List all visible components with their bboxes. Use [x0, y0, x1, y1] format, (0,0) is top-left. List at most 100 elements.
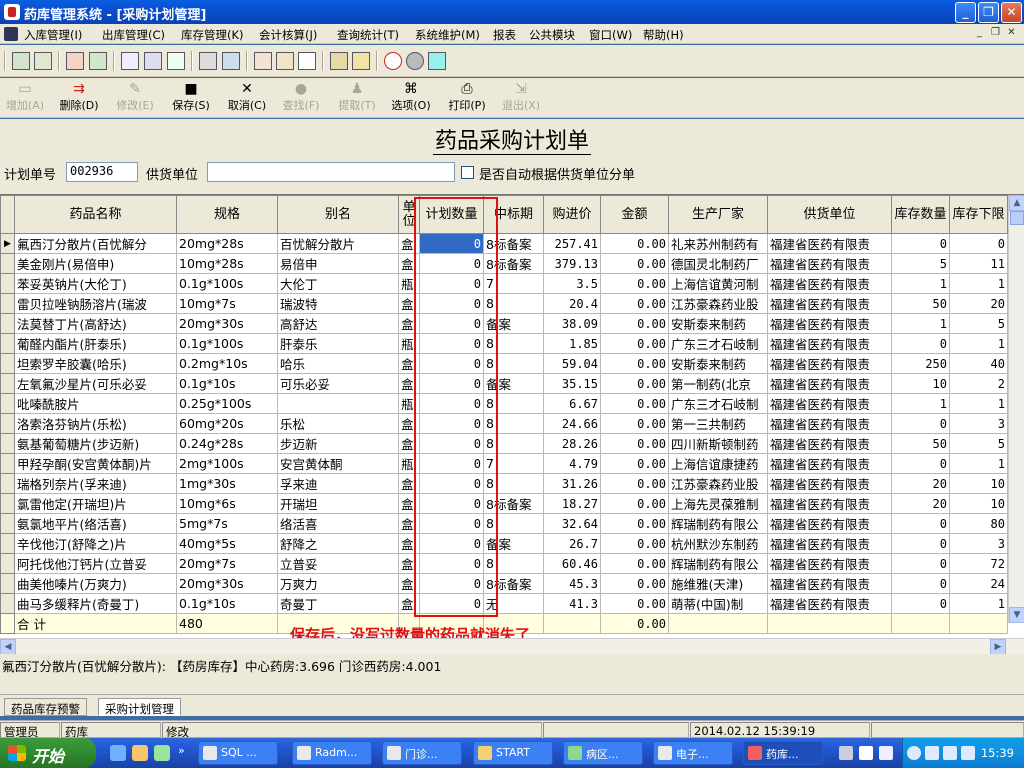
menu-help[interactable]: 帮助(H) [643, 27, 684, 43]
cell-bid-period[interactable]: 8 [483, 473, 544, 494]
row-indicator[interactable]: ▶ [0, 233, 15, 254]
report-icon[interactable] [254, 52, 272, 70]
task-ward[interactable]: 病区... [563, 741, 643, 765]
table-row[interactable]: 甲羟孕酮(安宫黄体酮)片 2mg*100s 安宫黄体酮瓶 0 7 4.79 0.00 上海信谊… [0, 453, 1008, 474]
cell-drug-name[interactable]: 曲美他嗪片(万爽力) [14, 573, 177, 594]
cell-unit[interactable]: 盒 [398, 233, 420, 254]
cell-supplier[interactable]: 福建省医药有限责 [767, 333, 892, 354]
cell-drug-name[interactable]: 洛索洛芬钠片(乐松) [14, 413, 177, 434]
cell-purchase-price[interactable]: 6.67 [543, 393, 601, 414]
extract-button[interactable]: ♟ 提取(T) [334, 81, 380, 115]
cell-supplier[interactable]: 福建省医药有限责 [767, 393, 892, 414]
cell-manufacturer[interactable]: 上海信谊黄河制 [668, 273, 768, 294]
mail-icon[interactable] [925, 746, 939, 760]
cell-alias[interactable]: 孚来迪 [277, 473, 399, 494]
cell-stock-qty[interactable]: 0 [891, 573, 950, 594]
table-row[interactable]: ▶ 氟西汀分散片(百忧解分 20mg*28s 百忧解分散片盒 0 8标备案 257.41 0.… [0, 233, 1008, 254]
cell-spec[interactable]: 40mg*5s [176, 533, 278, 554]
cell-bid-period[interactable]: 备案 [483, 313, 544, 334]
cell-stock-min[interactable]: 10 [949, 493, 1008, 514]
cell-plan-qty[interactable]: 0 [419, 393, 484, 414]
cell-unit[interactable]: 盒 [398, 513, 420, 534]
cell-amount[interactable]: 0.00 [600, 233, 669, 254]
cell-spec[interactable]: 1mg*30s [176, 473, 278, 494]
cell-alias[interactable]: 百忧解分散片 [277, 233, 399, 254]
cell-supplier[interactable]: 福建省医药有限责 [767, 513, 892, 534]
cell-drug-name[interactable]: 氨氯地平片(络活喜) [14, 513, 177, 534]
cell-stock-min[interactable]: 3 [949, 413, 1008, 434]
cell-unit[interactable]: 盒 [398, 313, 420, 334]
row-indicator[interactable] [0, 513, 15, 534]
cell-bid-period[interactable]: 8 [483, 353, 544, 374]
cell-stock-min[interactable]: 40 [949, 353, 1008, 374]
cell-alias[interactable]: 乐松 [277, 413, 399, 434]
cell-spec[interactable]: 20mg*30s [176, 573, 278, 594]
cell-supplier[interactable]: 福建省医药有限责 [767, 253, 892, 274]
cell-supplier[interactable]: 福建省医药有限责 [767, 473, 892, 494]
cell-spec[interactable]: 0.1g*100s [176, 273, 278, 294]
cell-bid-period[interactable]: 备案 [483, 373, 544, 394]
supplier-field[interactable] [207, 162, 455, 182]
cell-spec[interactable]: 10mg*6s [176, 493, 278, 514]
cell-alias[interactable]: 肝泰乐 [277, 333, 399, 354]
cell-spec[interactable]: 0.25g*100s [176, 393, 278, 414]
col-amount[interactable]: 金额 [600, 195, 669, 234]
cell-drug-name[interactable]: 辛伐他汀(舒降之)片 [14, 533, 177, 554]
cell-amount[interactable]: 0.00 [600, 433, 669, 454]
cell-plan-qty[interactable]: 0 [419, 553, 484, 574]
cell-amount[interactable]: 0.00 [600, 333, 669, 354]
col-bid-period[interactable]: 中标期 [483, 195, 544, 234]
cell-plan-qty[interactable]: 0 [419, 493, 484, 514]
cell-alias[interactable]: 可乐必妥 [277, 373, 399, 394]
cell-spec[interactable]: 60mg*20s [176, 413, 278, 434]
cell-spec[interactable]: 0.2mg*10s [176, 353, 278, 374]
col-stock-min[interactable]: 库存下限 [949, 195, 1008, 234]
cell-drug-name[interactable]: 葡醛内酯片(肝泰乐) [14, 333, 177, 354]
table-row[interactable]: 葡醛内酯片(肝泰乐) 0.1g*100s 肝泰乐瓶 0 8 1.85 0.00 广东三才石岐制… [0, 333, 1008, 354]
network-icon[interactable] [943, 746, 957, 760]
cell-stock-min[interactable]: 5 [949, 433, 1008, 454]
row-indicator[interactable] [0, 473, 15, 494]
cell-unit[interactable]: 盒 [398, 413, 420, 434]
cell-alias[interactable] [277, 393, 399, 414]
row-indicator[interactable] [0, 293, 15, 314]
cell-purchase-price[interactable]: 26.7 [543, 533, 601, 554]
menu-inventory[interactable]: 库存管理(K) [181, 27, 244, 43]
task-sql[interactable]: SQL ... [198, 741, 278, 765]
cell-amount[interactable]: 0.00 [600, 513, 669, 534]
cell-bid-period[interactable]: 8 [483, 333, 544, 354]
cell-manufacturer[interactable]: 辉瑞制药有限公 [668, 513, 768, 534]
table-row[interactable]: 苯妥英钠片(大伦丁) 0.1g*100s 大伦丁瓶 0 7 3.5 0.00 上海信谊黄河制福… [0, 273, 1008, 294]
cell-unit[interactable]: 盒 [398, 533, 420, 554]
table-row[interactable]: 氨氯地平片(络活喜) 5mg*7s 络活喜盒 0 8 32.64 0.00 辉瑞制药有限公 福建… [0, 513, 1008, 534]
cell-manufacturer[interactable]: 安斯泰来制药 [668, 353, 768, 374]
row-indicator[interactable] [0, 273, 15, 294]
cell-alias[interactable]: 哈乐 [277, 353, 399, 374]
cell-stock-min[interactable]: 2 [949, 373, 1008, 394]
tree-icon[interactable] [276, 52, 294, 70]
menu-window[interactable]: 窗口(W) [589, 27, 632, 43]
cell-unit[interactable]: 盒 [398, 553, 420, 574]
cell-purchase-price[interactable]: 59.04 [543, 353, 601, 374]
cell-manufacturer[interactable]: 上海信谊康捷药 [668, 453, 768, 474]
task-pharmacy[interactable]: 药库... [743, 741, 823, 765]
cell-purchase-price[interactable]: 35.15 [543, 373, 601, 394]
cell-purchase-price[interactable]: 20.4 [543, 293, 601, 314]
row-indicator[interactable] [0, 573, 15, 594]
cell-supplier[interactable]: 福建省医药有限责 [767, 293, 892, 314]
row-indicator[interactable] [0, 333, 15, 354]
cell-manufacturer[interactable]: 杭州默沙东制药 [668, 533, 768, 554]
cell-drug-name[interactable]: 氯雷他定(开瑞坦)片 [14, 493, 177, 514]
cell-stock-qty[interactable]: 20 [891, 493, 950, 514]
quicklaunch-icon[interactable] [132, 745, 148, 761]
cell-bid-period[interactable]: 8标备案 [483, 493, 544, 514]
cell-purchase-price[interactable]: 38.09 [543, 313, 601, 334]
cell-supplier[interactable]: 福建省医药有限责 [767, 593, 892, 614]
cell-alias[interactable]: 步迈新 [277, 433, 399, 454]
cell-unit[interactable]: 盒 [398, 373, 420, 394]
cell-bid-period[interactable]: 8 [483, 293, 544, 314]
cell-manufacturer[interactable]: 辉瑞制药有限公 [668, 553, 768, 574]
cell-unit[interactable]: 盒 [398, 293, 420, 314]
cell-stock-min[interactable]: 5 [949, 313, 1008, 334]
row-indicator[interactable] [0, 413, 15, 434]
